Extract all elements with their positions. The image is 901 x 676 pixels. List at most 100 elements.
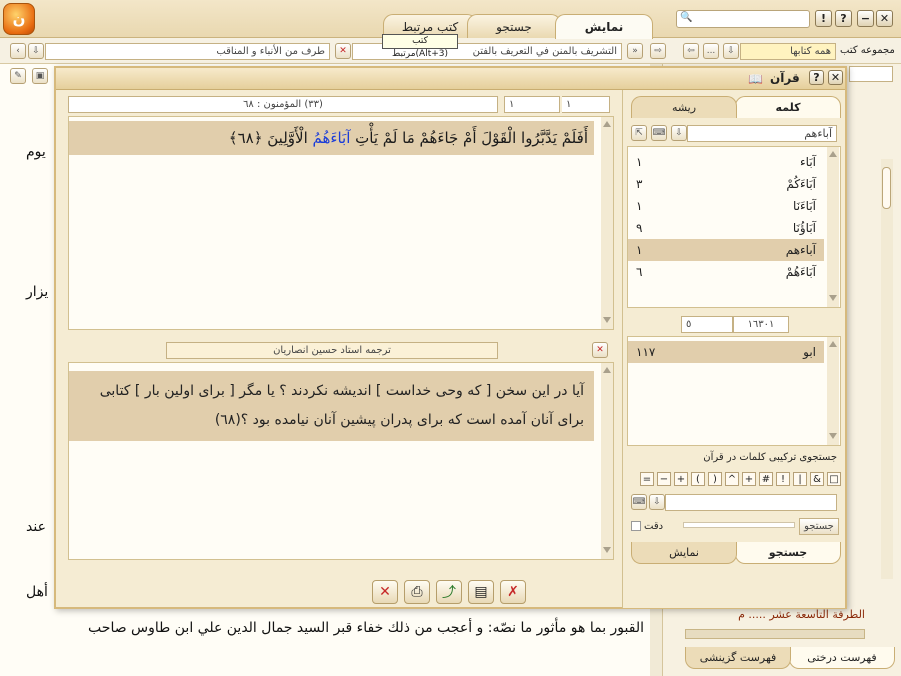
app-logo-icon[interactable]: ن <box>3 3 35 35</box>
help-icon[interactable]: ? <box>835 10 852 27</box>
close-app-button[interactable]: ✕ <box>876 10 893 27</box>
tab-bottom-search[interactable]: جستجو <box>735 542 841 564</box>
root-list: ابو ١١٧ <box>627 336 841 446</box>
export-icon[interactable]: ⤴ <box>436 580 462 604</box>
close-quran-button[interactable]: ✕ <box>828 70 843 85</box>
scroll-up-icon[interactable] <box>603 121 611 127</box>
word-list: آبَاء ١ آبَاءَكُمْ ٣ آبَاءَنَا ١ آبَاؤُنَا ٩… <box>627 146 841 308</box>
word-count: ٦ <box>636 265 643 279</box>
verse-highlight-word: آبَاءَهُمُ <box>312 129 351 147</box>
scroll-down-icon[interactable] <box>603 317 611 323</box>
operator-button[interactable]: + <box>674 472 688 486</box>
word-input[interactable]: آباءهم <box>687 125 837 142</box>
list-item[interactable]: آبَاء ١ <box>628 151 824 173</box>
keyboard-icon[interactable]: ⌨ <box>651 125 667 141</box>
translation-scrollbar[interactable] <box>601 363 613 559</box>
word-text: آبَاء <box>800 155 816 169</box>
operator-button[interactable]: + <box>742 472 756 486</box>
verse-ref-bar: (٣٣) المؤمنون : ٦٨ <box>68 96 498 113</box>
dropdown-icon[interactable]: ⇩ <box>649 494 665 510</box>
tab-bottom-display[interactable]: نمایش <box>631 542 737 564</box>
double-chevron-icon[interactable]: » <box>627 43 643 59</box>
list-item[interactable]: آبَاءَنَا ١ <box>628 195 824 217</box>
page-b-field[interactable]: ١ <box>562 96 610 113</box>
more-button[interactable]: ... <box>703 43 719 59</box>
search-button[interactable]: جستجو <box>799 518 839 535</box>
word-list-scrollbar[interactable] <box>827 147 839 307</box>
word-rows: آبَاء ١ آبَاءَكُمْ ٣ آبَاءَنَا ١ آبَاؤُنَا ٩… <box>628 151 824 283</box>
operator-button[interactable]: ( <box>691 472 705 486</box>
quran-help-icon[interactable]: ? <box>809 70 824 85</box>
combo-search-input[interactable] <box>665 494 837 511</box>
remove-highlight-icon[interactable]: ✗ <box>500 580 526 604</box>
close-button[interactable]: ✕ <box>372 580 398 604</box>
list-item[interactable]: آبَاؤُنَا ٩ <box>628 217 824 239</box>
book-group-select[interactable]: همه کتابها <box>740 43 836 60</box>
back-arrow-icon[interactable]: ‹ <box>10 43 26 59</box>
forward-arrow-icon[interactable]: ⇨ <box>650 43 666 59</box>
page-a-field[interactable]: ١ <box>504 96 560 113</box>
horizontal-scrollbar[interactable] <box>685 629 865 639</box>
verse-ref[interactable]: (٣٣) المؤمنون : ٦٨ <box>68 96 498 113</box>
verse-scrollbar[interactable] <box>601 117 613 329</box>
scroll-down-icon[interactable] <box>829 433 837 439</box>
tab-label: فهرست درختی <box>807 651 877 664</box>
down-arrow-icon[interactable]: ⇩ <box>28 43 44 59</box>
list-item-selected[interactable]: ابو ١١٧ <box>628 341 824 363</box>
list-item-selected[interactable]: آباءهم ١ <box>628 239 824 261</box>
operator-button[interactable]: □ <box>827 472 841 486</box>
print-icon[interactable]: ⎙ <box>404 580 430 604</box>
keyboard-icon[interactable]: ⌨ <box>631 494 647 510</box>
sidebar-scrollbar[interactable] <box>881 159 893 579</box>
operator-button[interactable]: & <box>810 472 824 486</box>
scroll-up-icon[interactable] <box>829 151 837 157</box>
dropdown-icon[interactable]: ⇩ <box>671 125 687 141</box>
operator-button[interactable]: = <box>640 472 654 486</box>
sidebar-input[interactable] <box>849 66 893 82</box>
book-group-label: مجموعه کتب <box>840 45 895 56</box>
quran-titlebar: ✕ ? قرآن 📖 <box>56 68 845 90</box>
checkbox-box[interactable] <box>631 521 641 531</box>
operator-button[interactable]: ) <box>708 472 722 486</box>
operator-button[interactable]: − <box>657 472 671 486</box>
operator-button[interactable]: | <box>793 472 807 486</box>
tree-node-link[interactable]: الطرفة التاسعة عشر ..... م <box>685 608 865 621</box>
word-count: ١ <box>636 199 643 213</box>
operator-button[interactable]: # <box>759 472 773 486</box>
clear-icon[interactable]: ⇱ <box>631 125 647 141</box>
alert-icon[interactable]: ! <box>815 10 832 27</box>
tab-tree-index[interactable]: فهرست درختی <box>789 647 895 669</box>
translator-select[interactable]: ترجمه استاد حسين انصاريان <box>166 342 498 359</box>
close-translation-icon[interactable]: ✕ <box>592 342 608 358</box>
scroll-thumb[interactable] <box>882 167 891 209</box>
tab-root[interactable]: ريشه <box>631 96 737 118</box>
scroll-down-icon[interactable] <box>829 295 837 301</box>
tab-label: كلمه <box>775 101 801 114</box>
tab-display[interactable]: نمایش <box>555 14 653 39</box>
word-text: آبَاؤُنَا <box>792 221 816 235</box>
tab-linear-index[interactable]: فهرست گزینشی <box>685 647 791 669</box>
operator-button[interactable]: ! <box>776 472 790 486</box>
tools-icon[interactable]: ✎ <box>10 68 26 84</box>
operator-button[interactable]: ^ <box>725 472 739 486</box>
scroll-down-icon[interactable] <box>603 547 611 553</box>
copy-icon[interactable]: ▤ <box>468 580 494 604</box>
nav-back-icon[interactable]: ⇦ <box>683 43 699 59</box>
list-item[interactable]: آبَاءَكُمْ ٣ <box>628 173 824 195</box>
tab-search[interactable]: جستجو <box>467 14 561 38</box>
close-section-icon[interactable]: ✕ <box>335 43 351 59</box>
minimize-button[interactable]: − <box>857 10 874 27</box>
precision-checkbox[interactable]: دقت <box>631 518 673 534</box>
global-search-input[interactable]: 🔍 <box>676 10 810 28</box>
scroll-up-icon[interactable] <box>603 367 611 373</box>
tab-word[interactable]: كلمه <box>735 96 841 118</box>
section-field[interactable]: طرف من الأنباء و المناقب <box>45 43 330 60</box>
view-icon[interactable]: ▣ <box>32 68 48 84</box>
text-line: يزار <box>26 284 49 300</box>
precision-slider[interactable] <box>683 522 795 528</box>
verse-text: أَفَلَمْ يَدَّبَّرُوا الْقَوْلَ أَمْ جَا… <box>69 121 594 155</box>
scroll-up-icon[interactable] <box>829 341 837 347</box>
list-item[interactable]: آبَاءَهُمْ ٦ <box>628 261 824 283</box>
root-list-scrollbar[interactable] <box>827 337 839 445</box>
dropdown-icon[interactable]: ⇩ <box>723 43 739 59</box>
